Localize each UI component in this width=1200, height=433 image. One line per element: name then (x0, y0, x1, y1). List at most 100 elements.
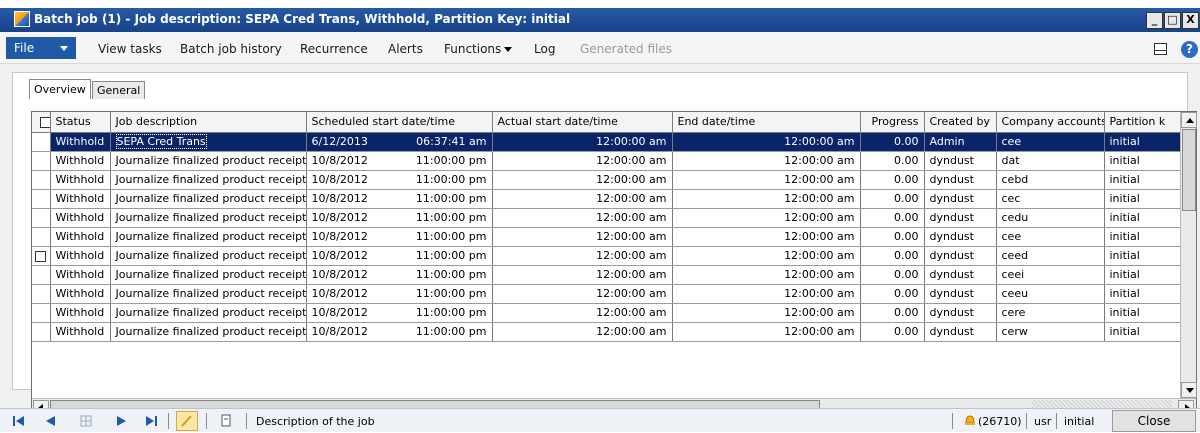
table-row[interactable]: Withhold SEPA Cred Trans 6/12/2013 06:37:41… (32, 132, 1180, 152)
cell-job-description[interactable]: Journalize finalized product receipts (110, 227, 307, 247)
table-row[interactable]: Withhold Journalize finalized product rec… (32, 246, 1180, 266)
cell-scheduled-start[interactable]: 10/8/2012 11:00:00 pm (306, 284, 493, 304)
table-row[interactable]: Withhold Journalize finalized product rec… (32, 189, 1180, 209)
panel-icon[interactable] (1154, 43, 1167, 55)
close-window-button[interactable]: X (1182, 12, 1199, 29)
row-selector[interactable] (32, 189, 51, 209)
cell-job-description[interactable]: Journalize finalized product receipts (110, 265, 307, 285)
vertical-scroll-thumb[interactable] (1182, 129, 1196, 211)
cell-status[interactable]: Withhold (50, 284, 111, 304)
cell-progress[interactable]: 0.00 (860, 132, 925, 152)
cell-created-by[interactable]: dyndust (924, 284, 997, 304)
nav-prev-icon[interactable] (44, 414, 56, 428)
column-header-company-accounts[interactable]: Company accounts (996, 112, 1105, 133)
cell-end[interactable]: 12:00:00 am (672, 132, 861, 152)
close-button[interactable]: Close (1112, 410, 1196, 432)
cell-partition-key[interactable]: initial (1104, 322, 1180, 342)
recurrence-button[interactable]: Recurrence (300, 42, 368, 56)
cell-status[interactable]: Withhold (50, 227, 111, 247)
cell-scheduled-start[interactable]: 10/8/2012 11:00:00 pm (306, 265, 493, 285)
cell-scheduled-start[interactable]: 10/8/2012 11:00:00 pm (306, 303, 493, 323)
column-header-actual-start[interactable]: Actual start date/time (492, 112, 673, 133)
cell-status[interactable]: Withhold (50, 303, 111, 323)
column-header-end[interactable]: End date/time (672, 112, 861, 133)
cell-end[interactable]: 12:00:00 am (672, 246, 861, 266)
minimize-button[interactable]: _ (1146, 12, 1163, 29)
cell-job-description[interactable]: Journalize finalized product receipts (110, 322, 307, 342)
cell-end[interactable]: 12:00:00 am (672, 208, 861, 228)
row-selector[interactable] (32, 246, 51, 266)
cell-actual-start[interactable]: 12:00:00 am (492, 227, 673, 247)
cell-partition-key[interactable]: initial (1104, 284, 1180, 304)
cell-company-accounts[interactable]: ceed (996, 246, 1105, 266)
cell-actual-start[interactable]: 12:00:00 am (492, 303, 673, 323)
table-row[interactable]: Withhold Journalize finalized product rec… (32, 265, 1180, 285)
cell-company-accounts[interactable]: ceei (996, 265, 1105, 285)
table-row[interactable]: Withhold Journalize finalized product rec… (32, 170, 1180, 190)
cell-partition-key[interactable]: initial (1104, 303, 1180, 323)
row-selector[interactable] (32, 322, 51, 342)
row-selector[interactable] (32, 208, 51, 228)
cell-scheduled-start[interactable]: 10/8/2012 11:00:00 pm (306, 208, 493, 228)
cell-scheduled-start[interactable]: 10/8/2012 11:00:00 pm (306, 151, 493, 171)
scroll-up-button[interactable] (1181, 112, 1197, 128)
table-row[interactable]: Withhold Journalize finalized product rec… (32, 208, 1180, 228)
cell-end[interactable]: 12:00:00 am (672, 170, 861, 190)
cell-created-by[interactable]: dyndust (924, 151, 997, 171)
cell-scheduled-start[interactable]: 10/8/2012 11:00:00 pm (306, 227, 493, 247)
cell-partition-key[interactable]: initial (1104, 170, 1180, 190)
row-checkbox[interactable] (35, 250, 46, 262)
cell-partition-key[interactable]: initial (1104, 227, 1180, 247)
table-row[interactable]: Withhold Journalize finalized product rec… (32, 227, 1180, 247)
column-header-progress[interactable]: Progress (860, 112, 925, 133)
file-menu-button[interactable]: File (6, 37, 76, 59)
scroll-down-button[interactable] (1181, 382, 1197, 398)
cell-partition-key[interactable]: initial (1104, 132, 1180, 152)
cell-job-description[interactable]: Journalize finalized product receipts (110, 246, 307, 266)
cell-created-by[interactable]: dyndust (924, 303, 997, 323)
cell-end[interactable]: 12:00:00 am (672, 189, 861, 209)
cell-company-accounts[interactable]: cec (996, 189, 1105, 209)
help-icon[interactable]: ? (1181, 41, 1198, 58)
cell-company-accounts[interactable]: cedu (996, 208, 1105, 228)
cell-progress[interactable]: 0.00 (860, 189, 925, 209)
row-selector[interactable] (32, 132, 51, 152)
cell-actual-start[interactable]: 12:00:00 am (492, 170, 673, 190)
edit-button[interactable] (176, 411, 198, 431)
cell-status[interactable]: Withhold (50, 322, 111, 342)
cell-status[interactable]: Withhold (50, 265, 111, 285)
table-row[interactable]: Withhold Journalize finalized product rec… (32, 151, 1180, 171)
batch-job-history-button[interactable]: Batch job history (180, 42, 282, 56)
cell-scheduled-start[interactable]: 10/8/2012 11:00:00 pm (306, 170, 493, 190)
row-selector[interactable] (32, 284, 51, 304)
column-header-status[interactable]: Status (50, 112, 111, 133)
cell-partition-key[interactable]: initial (1104, 265, 1180, 285)
cell-job-description[interactable]: Journalize finalized product receipts (110, 284, 307, 304)
cell-partition-key[interactable]: initial (1104, 151, 1180, 171)
nav-last-icon[interactable] (144, 414, 158, 428)
cell-end[interactable]: 12:00:00 am (672, 322, 861, 342)
table-row[interactable]: Withhold Journalize finalized product rec… (32, 322, 1180, 342)
generated-files-button[interactable]: Generated files (580, 42, 672, 56)
cell-actual-start[interactable]: 12:00:00 am (492, 265, 673, 285)
cell-scheduled-start[interactable]: 10/8/2012 11:00:00 pm (306, 246, 493, 266)
cell-progress[interactable]: 0.00 (860, 208, 925, 228)
log-button[interactable]: Log (534, 42, 555, 56)
alerts-count[interactable]: (26710) (978, 415, 1022, 428)
cell-progress[interactable]: 0.00 (860, 284, 925, 304)
cell-company-accounts[interactable]: dat (996, 151, 1105, 171)
cell-status[interactable]: Withhold (50, 246, 111, 266)
cell-actual-start[interactable]: 12:00:00 am (492, 284, 673, 304)
cell-created-by[interactable]: dyndust (924, 265, 997, 285)
alerts-button[interactable]: Alerts (388, 42, 423, 56)
cell-actual-start[interactable]: 12:00:00 am (492, 189, 673, 209)
cell-scheduled-start[interactable]: 10/8/2012 11:00:00 pm (306, 322, 493, 342)
cell-status[interactable]: Withhold (50, 170, 111, 190)
cell-job-description[interactable]: Journalize finalized product receipts (110, 303, 307, 323)
cell-status[interactable]: Withhold (50, 132, 111, 152)
cell-progress[interactable]: 0.00 (860, 246, 925, 266)
row-selector[interactable] (32, 265, 51, 285)
cell-company-accounts[interactable]: cere (996, 303, 1105, 323)
cell-company-accounts[interactable]: cee (996, 227, 1105, 247)
column-header-created-by[interactable]: Created by (924, 112, 997, 133)
